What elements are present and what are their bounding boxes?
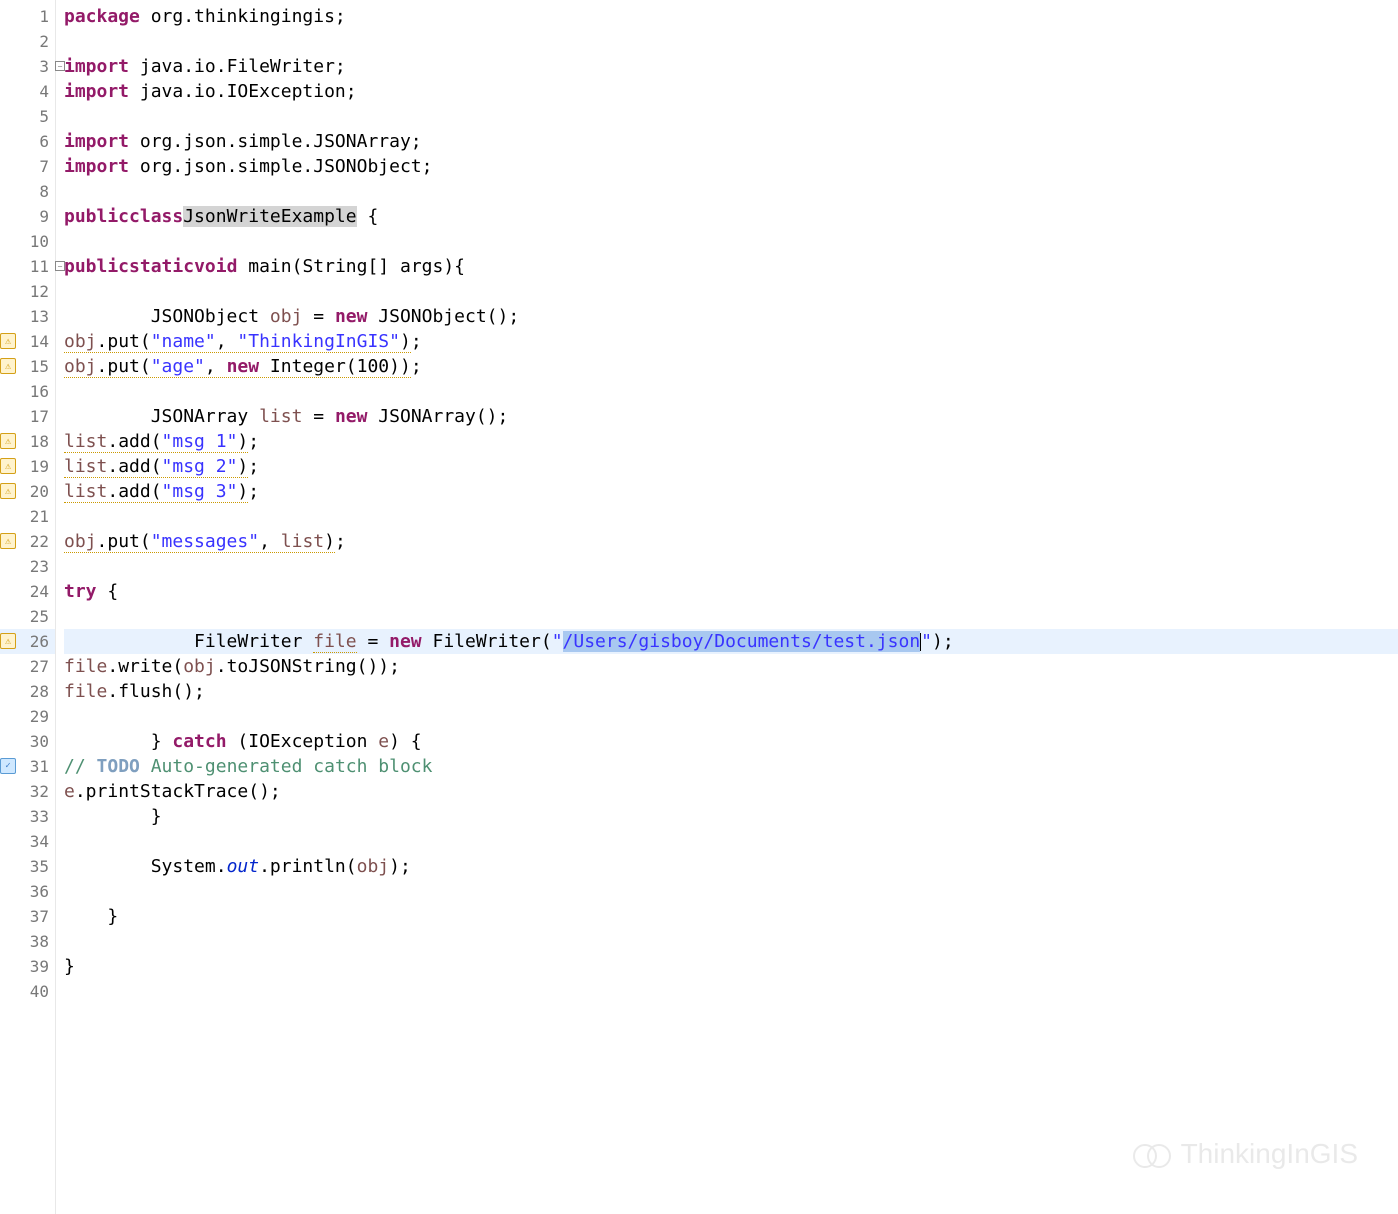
code-line[interactable]	[64, 979, 1398, 1004]
line-number: 9	[0, 204, 55, 229]
code-line[interactable]	[64, 279, 1398, 304]
warning-marker-icon[interactable]: ⚠	[0, 533, 16, 549]
warning-marker-icon[interactable]: ⚠	[0, 333, 16, 349]
code-line[interactable]: }	[64, 804, 1398, 829]
code-line[interactable]: System.out.println(obj);	[64, 854, 1398, 879]
line-number: 15⚠	[0, 354, 55, 379]
code-line[interactable]: package org.thinkingingis;	[64, 4, 1398, 29]
code-line[interactable]	[64, 179, 1398, 204]
line-number: 30	[0, 729, 55, 754]
line-number: 1	[0, 4, 55, 29]
line-number: 37	[0, 904, 55, 929]
warning-marker-icon[interactable]: ⚠	[0, 483, 16, 499]
gutter: 123−4567891011−121314⚠15⚠161718⚠19⚠20⚠21…	[0, 0, 56, 1214]
wechat-icon	[1133, 1134, 1173, 1174]
code-line[interactable]	[64, 604, 1398, 629]
line-number: 10	[0, 229, 55, 254]
task-marker-icon[interactable]: ✓	[0, 758, 16, 774]
code-line[interactable]: } catch (IOException e) {	[64, 729, 1398, 754]
code-line[interactable]	[64, 554, 1398, 579]
watermark: ThinkingInGIS	[1133, 1134, 1358, 1174]
code-line[interactable]: obj.put("name", "ThinkingInGIS");	[64, 329, 1398, 354]
code-line[interactable]: obj.put("age", new Integer(100));	[64, 354, 1398, 379]
fold-toggle-icon[interactable]: −	[55, 261, 65, 271]
code-line[interactable]: e.printStackTrace();	[64, 779, 1398, 804]
line-number: 11−	[0, 254, 55, 279]
warning-marker-icon[interactable]: ⚠	[0, 458, 16, 474]
line-number: 28	[0, 679, 55, 704]
code-line[interactable]: }	[64, 954, 1398, 979]
code-line[interactable]	[64, 929, 1398, 954]
line-number: 29	[0, 704, 55, 729]
line-number: 4	[0, 79, 55, 104]
code-line[interactable]: import java.io.IOException;	[64, 79, 1398, 104]
code-line[interactable]	[64, 104, 1398, 129]
code-line[interactable]	[64, 229, 1398, 254]
code-line[interactable]: public class JsonWriteExample {	[64, 204, 1398, 229]
line-number: 19⚠	[0, 454, 55, 479]
line-number: 35	[0, 854, 55, 879]
code-line[interactable]: FileWriter file = new FileWriter("/Users…	[64, 629, 1398, 654]
line-number: 5	[0, 104, 55, 129]
line-number: 6	[0, 129, 55, 154]
fold-toggle-icon[interactable]: −	[55, 61, 65, 71]
code-line[interactable]: JSONArray list = new JSONArray();	[64, 404, 1398, 429]
code-line[interactable]: import java.io.FileWriter;	[64, 54, 1398, 79]
line-number: 20⚠	[0, 479, 55, 504]
code-area[interactable]: package org.thinkingingis; import java.io…	[56, 0, 1398, 1214]
line-number: 3−	[0, 54, 55, 79]
line-number: 27	[0, 654, 55, 679]
code-line[interactable]	[64, 704, 1398, 729]
line-number: 13	[0, 304, 55, 329]
line-number: 22⚠	[0, 529, 55, 554]
code-line[interactable]: // TODO Auto-generated catch block	[64, 754, 1398, 779]
code-line[interactable]: import org.json.simple.JSONObject;	[64, 154, 1398, 179]
line-number: 40	[0, 979, 55, 1004]
code-line[interactable]	[64, 504, 1398, 529]
line-number: 21	[0, 504, 55, 529]
line-number: 24	[0, 579, 55, 604]
code-line[interactable]: list.add("msg 2");	[64, 454, 1398, 479]
line-number: 14⚠	[0, 329, 55, 354]
code-editor[interactable]: 123−4567891011−121314⚠15⚠161718⚠19⚠20⚠21…	[0, 0, 1398, 1214]
code-line[interactable]: public static void main(String[] args){	[64, 254, 1398, 279]
line-number: 18⚠	[0, 429, 55, 454]
code-line[interactable]: obj.put("messages", list);	[64, 529, 1398, 554]
code-line[interactable]: }	[64, 904, 1398, 929]
code-line[interactable]: file.write(obj.toJSONString());	[64, 654, 1398, 679]
watermark-text: ThinkingInGIS	[1181, 1138, 1358, 1170]
line-number: 31✓	[0, 754, 55, 779]
warning-marker-icon[interactable]: ⚠	[0, 633, 16, 649]
line-number: 2	[0, 29, 55, 54]
line-number: 12	[0, 279, 55, 304]
line-number: 34	[0, 829, 55, 854]
code-line[interactable]: file.flush();	[64, 679, 1398, 704]
line-number: 36	[0, 879, 55, 904]
code-line[interactable]: import org.json.simple.JSONArray;	[64, 129, 1398, 154]
line-number: 23	[0, 554, 55, 579]
code-line[interactable]: list.add("msg 3");	[64, 479, 1398, 504]
code-line[interactable]: try {	[64, 579, 1398, 604]
line-number: 39	[0, 954, 55, 979]
line-number: 26⚠	[0, 629, 55, 654]
line-number: 32	[0, 779, 55, 804]
code-line[interactable]	[64, 879, 1398, 904]
line-number: 8	[0, 179, 55, 204]
line-number: 25	[0, 604, 55, 629]
line-number: 33	[0, 804, 55, 829]
warning-marker-icon[interactable]: ⚠	[0, 358, 16, 374]
warning-marker-icon[interactable]: ⚠	[0, 433, 16, 449]
line-number: 38	[0, 929, 55, 954]
code-line[interactable]	[64, 379, 1398, 404]
code-line[interactable]: JSONObject obj = new JSONObject();	[64, 304, 1398, 329]
line-number: 7	[0, 154, 55, 179]
code-line[interactable]	[64, 29, 1398, 54]
code-line[interactable]: list.add("msg 1");	[64, 429, 1398, 454]
line-number: 16	[0, 379, 55, 404]
line-number: 17	[0, 404, 55, 429]
code-line[interactable]	[64, 829, 1398, 854]
